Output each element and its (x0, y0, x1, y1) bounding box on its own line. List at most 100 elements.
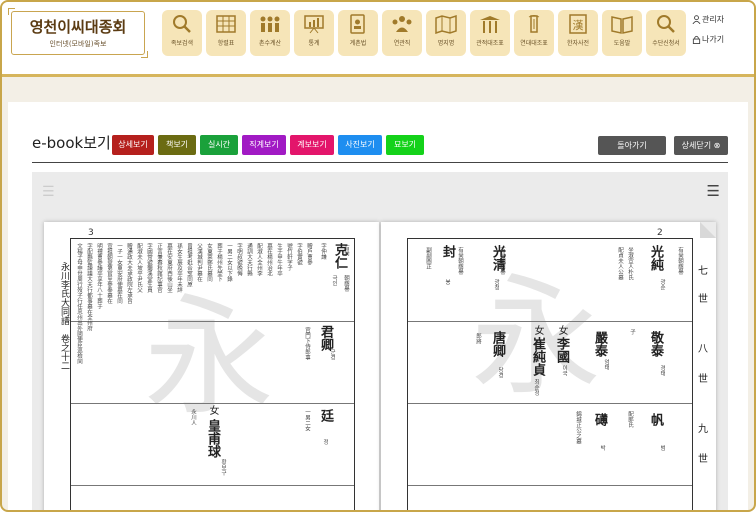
group-icon (392, 16, 412, 32)
nav-label: 항렬표 (217, 40, 235, 47)
annotation-column: 號竹軒字子 (286, 243, 292, 271)
annotation-column: 配淑人全州李 (256, 243, 262, 276)
entry-name[interactable]: 李國 (552, 337, 571, 363)
nav-help[interactable]: 도움말 (602, 10, 642, 56)
content-panel: e-book보기 상세보기 책보기 실시간 직계보기 계보보기 사진보기 묘보기… (8, 102, 748, 510)
annotation-column: 有尙朝蔭譽 (457, 247, 463, 275)
svg-text:漢: 漢 (573, 19, 584, 32)
back-button[interactable]: 돌아가기 (598, 136, 666, 155)
tab-realtime[interactable]: 실시간 (200, 135, 238, 155)
annotation-column: 通訓大夫行縣 (246, 243, 252, 276)
entry-reading: 경태 (659, 365, 665, 376)
nav-statistics[interactable]: 통계 (294, 10, 334, 56)
annotation-column: 副副圖正 (425, 247, 431, 269)
annotation-column: 一子一女東安府使墓在同 (116, 243, 122, 304)
document-person-icon (350, 14, 365, 34)
entry-prefix: 女 (207, 405, 218, 415)
annotation-column: 曾祖考妣合窆同原 (186, 243, 192, 287)
annotation-column: 字仲謙 (320, 243, 326, 260)
row-divider (71, 403, 354, 404)
tab-grave-view[interactable]: 묘보기 (386, 135, 424, 155)
annotation-column: 贈通政大夫承政院左承旨 (126, 243, 132, 304)
account-links: 관리자 나가기 (692, 14, 724, 54)
entry-name[interactable]: 皇甫球 (203, 419, 222, 458)
entry-name[interactable]: 廷 (316, 409, 335, 422)
row-divider (408, 485, 692, 486)
annotation-column: 墓在安東府西後山坐 (166, 243, 172, 293)
annotation-column: 生于甲午年卒 (276, 243, 282, 276)
annotation-column: 宣祖朝登第官至參奉墓在 (106, 243, 112, 304)
admin-label: 관리자 (702, 15, 725, 24)
entry-name[interactable]: 帆 (646, 413, 665, 426)
entry-name[interactable]: 唐卿 (488, 331, 507, 357)
close-detail-button[interactable]: 상세닫기 ⊗ (674, 136, 728, 155)
nav-office-table[interactable]: 관적대조표 (470, 10, 510, 56)
nav-kinship-calc[interactable]: 촌수계산 (250, 10, 290, 56)
book-icon (611, 16, 633, 34)
entry-prefix: 女 (556, 325, 567, 335)
scroll-icon (528, 15, 540, 33)
row-divider (71, 321, 354, 322)
tab-lineage-view[interactable]: 직계보기 (242, 135, 286, 155)
nav-related-titles[interactable]: 연관직 (382, 10, 422, 56)
book-page-left: 3 永 永川李氏大同譜 卷之十二 文楊子母申世周行歿子行任忠州出外國使臣巡檢同 … (44, 222, 379, 510)
entry-name[interactable]: 礡 (590, 413, 609, 426)
hanja-icon: 漢 (569, 14, 587, 34)
entry-name[interactable]: 敬泰 (646, 331, 665, 357)
nav-generation-table[interactable]: 항렬표 (206, 10, 246, 56)
annotation-column: 葬于楊州先塋下 (216, 243, 222, 282)
entry-name[interactable]: 崔純貞 (528, 337, 547, 376)
logout-link[interactable]: 나가기 (692, 34, 724, 45)
generation-label: 九 (698, 424, 708, 435)
annotation-column: 字伯實號 (296, 243, 302, 265)
tab-family-tree-view[interactable]: 계보보기 (290, 135, 334, 155)
logo-subtitle: 인터넷(모바일)족보 (49, 40, 107, 48)
entry-name[interactable]: 光純 (646, 245, 665, 271)
nav-era-table[interactable]: 연대대조표 (514, 10, 554, 56)
tab-detail-view[interactable]: 상세보기 (112, 135, 154, 155)
entry-name[interactable]: 封 (438, 245, 457, 258)
site-logo[interactable]: 영천이씨대종회 인터넷(모바일)족보 (8, 8, 148, 58)
entry-reading: 이국 (561, 365, 567, 376)
entry-name[interactable]: 君卿 (316, 325, 335, 351)
annotation-column: 一男二女 (304, 409, 310, 431)
annotation-column: 贈戶曹參 (306, 243, 312, 265)
entry-name[interactable]: 光清 (488, 245, 507, 271)
gate-icon (480, 16, 500, 33)
nav-label: 계촌법 (349, 40, 367, 47)
genealogy-grid-right: 副副圖正 封 봉 有尙朝蔭譽 有尙朝蔭譽 光清 광청 配貞夫人公墓 坐淑宜人朴氏… (407, 238, 693, 510)
entry-reading: 범 (659, 445, 665, 451)
nav-hanja-dictionary[interactable]: 漢 한자사전 (558, 10, 598, 56)
lock-icon (692, 35, 701, 44)
app-frame: 영천이씨대종회 인터넷(모바일)족보 족보검색 항렬표 촌수계산 통계 계촌법 … (0, 0, 756, 512)
generation-label: 八 (698, 344, 708, 355)
page-number-right: 2 (657, 228, 663, 238)
nav-label: 족보검색 (170, 40, 194, 47)
nav-genealogy-search[interactable]: 족보검색 (162, 10, 202, 56)
nav-application-form[interactable]: 수단신청서 (646, 10, 686, 56)
generation-label: 七 (698, 266, 708, 277)
entry-reading: 정 (322, 439, 328, 445)
menu-icon[interactable]: ☰ (42, 184, 55, 200)
entry-reading: 광청 (493, 279, 499, 290)
nav-kinship-rules[interactable]: 계촌법 (338, 10, 378, 56)
tab-photo-view[interactable]: 사진보기 (338, 135, 382, 155)
nav-place-names[interactable]: 명지명 (426, 10, 466, 56)
nav-label: 도움말 (613, 40, 631, 47)
nav-label: 통계 (308, 40, 320, 47)
annotation-column: 字明叔號晩悔 (236, 243, 242, 276)
entry-reading: 당경 (497, 367, 503, 378)
admin-link[interactable]: 관리자 (692, 14, 724, 25)
annotation-column: 墓在楊州治北 (266, 243, 272, 276)
logo-title: 영천이씨대종회 (29, 18, 127, 36)
user-icon (692, 15, 701, 25)
entry-name[interactable]: 嚴泰 (590, 331, 609, 357)
tab-book-view[interactable]: 책보기 (158, 135, 196, 155)
ebook-viewer: ☰ ☰ 3 永 永川李氏大同譜 卷之十二 文楊子母申世周行歿子行任忠州出外國使臣… (32, 172, 728, 510)
entry-prefix: 女 (532, 325, 543, 335)
annotation-column: 官門下侍郎事 (304, 327, 310, 360)
hamburger-menu-icon[interactable]: ☰ (707, 182, 720, 200)
annotation-column: 永川人 (190, 409, 196, 426)
annotation-column: 錦城正公之墓 (575, 411, 581, 444)
row-divider (71, 485, 354, 486)
